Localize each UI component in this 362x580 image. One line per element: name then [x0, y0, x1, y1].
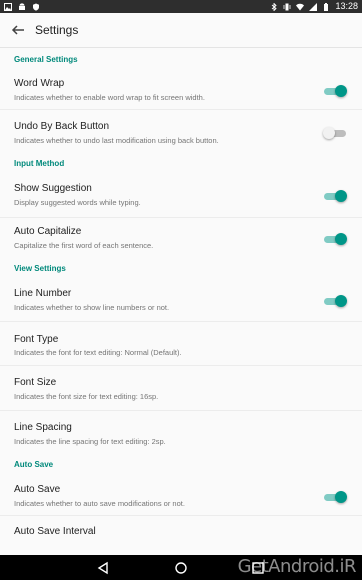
show-suggestion-toggle[interactable]: [324, 190, 347, 202]
setting-title: Auto Save: [14, 484, 61, 495]
undo-by-back-toggle[interactable]: [323, 127, 346, 139]
nav-home-icon[interactable]: [174, 561, 188, 575]
setting-subtitle: Indicates the font size for text editing…: [14, 392, 159, 401]
bluetooth-icon: [272, 2, 278, 11]
setting-show-suggestion[interactable]: Show Suggestion Display suggested words …: [0, 176, 362, 218]
setting-font-size[interactable]: Font Size Indicates the font size for te…: [0, 366, 362, 411]
setting-word-wrap[interactable]: Word Wrap Indicates whether to enable wo…: [0, 72, 362, 110]
navigation-bar: GetAndroid.iR: [0, 555, 362, 580]
line-number-toggle[interactable]: [324, 295, 347, 307]
signal-icon: [309, 2, 318, 11]
setting-subtitle: Capitalize the first word of each senten…: [14, 241, 154, 250]
setting-auto-capitalize[interactable]: Auto Capitalize Capitalize the first wor…: [0, 218, 362, 258]
setting-title: Line Number: [14, 288, 72, 299]
setting-subtitle: Indicates whether to show line numbers o…: [14, 303, 170, 312]
status-time: 13:28: [335, 1, 358, 11]
battery-icon: [324, 2, 329, 11]
app-bar: Settings: [0, 13, 362, 48]
setting-subtitle: Display suggested words while typing.: [14, 198, 141, 207]
setting-font-type[interactable]: Font Type Indicates the font for text ed…: [0, 322, 362, 366]
setting-subtitle: Indicates the font for text editing: Nor…: [14, 348, 182, 357]
setting-title: Auto Save Interval: [14, 526, 96, 537]
setting-title: Undo By Back Button: [14, 121, 110, 132]
wifi-icon: [296, 3, 305, 10]
setting-subtitle: Indicates the line spacing for text edit…: [14, 437, 166, 446]
setting-line-spacing[interactable]: Line Spacing Indicates the line spacing …: [0, 411, 362, 453]
auto-save-toggle[interactable]: [324, 491, 347, 503]
image-icon: [4, 2, 12, 11]
section-header-general: General Settings: [14, 55, 78, 64]
vibrate-icon: [284, 3, 291, 10]
setting-title: Auto Capitalize: [14, 226, 82, 237]
setting-undo-by-back[interactable]: Undo By Back Button Indicates whether to…: [0, 110, 362, 152]
android-icon: [19, 2, 25, 10]
section-header-auto-save: Auto Save: [14, 460, 54, 469]
setting-line-number[interactable]: Line Number Indicates whether to show li…: [0, 280, 362, 322]
setting-title: Show Suggestion: [14, 183, 92, 194]
status-bar: 13:28: [0, 0, 362, 13]
setting-subtitle: Indicates whether to enable word wrap to…: [14, 93, 205, 102]
shield-icon: [33, 3, 39, 11]
watermark-text: GetAndroid.iR: [237, 556, 357, 577]
setting-subtitle: Indicates whether to auto save modificat…: [14, 499, 185, 508]
setting-title: Line Spacing: [14, 422, 72, 433]
setting-title: Font Type: [14, 334, 59, 345]
back-arrow-icon[interactable]: [8, 20, 28, 40]
setting-subtitle: Indicates whether to undo last modificat…: [14, 136, 219, 145]
nav-back-icon[interactable]: [96, 561, 110, 575]
setting-title: Font Size: [14, 377, 57, 388]
setting-title: Word Wrap: [14, 78, 65, 89]
section-header-view-settings: View Settings: [14, 264, 66, 273]
settings-list[interactable]: General Settings Word Wrap Indicates whe…: [0, 48, 362, 555]
setting-auto-save-interval[interactable]: Auto Save Interval: [0, 516, 362, 555]
auto-capitalize-toggle[interactable]: [324, 233, 347, 245]
section-header-input-method: Input Method: [14, 159, 65, 168]
page-title: Settings: [35, 23, 79, 37]
word-wrap-toggle[interactable]: [324, 85, 347, 97]
setting-auto-save[interactable]: Auto Save Indicates whether to auto save…: [0, 477, 362, 516]
